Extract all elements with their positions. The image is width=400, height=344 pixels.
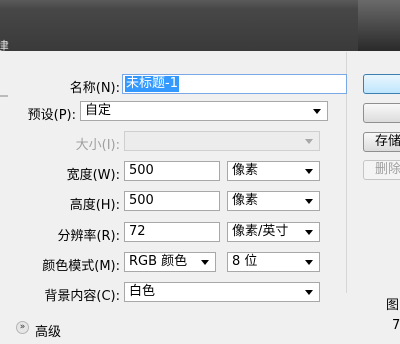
size-label: 大小(I):: [75, 138, 120, 153]
advanced-label[interactable]: 高级: [35, 321, 61, 340]
preset-select[interactable]: 自定: [80, 101, 328, 121]
height-unit-select[interactable]: 像素: [227, 191, 320, 211]
size-select[interactable]: [124, 131, 320, 151]
preset-label: 预设(P):: [27, 108, 76, 123]
resolution-label: 分辨率(R):: [57, 229, 120, 244]
ok-button[interactable]: [363, 74, 400, 94]
background-select[interactable]: 白色: [124, 282, 320, 302]
chevron-down-icon: [313, 109, 321, 114]
title-bar: 建: [0, 0, 400, 55]
name-input[interactable]: 未标题-1: [122, 74, 347, 94]
width-unit-value: 像素: [232, 163, 259, 178]
chevron-down-icon: [305, 260, 313, 265]
height-unit-value: 像素: [232, 193, 259, 208]
title-bar-right: [358, 0, 400, 51]
background-label: 背景内容(C):: [44, 289, 120, 304]
bit-depth-select[interactable]: 8 位: [227, 252, 320, 272]
height-input[interactable]: 500: [124, 191, 220, 211]
background-value: 白色: [129, 284, 156, 299]
chevron-down-icon: [201, 260, 209, 265]
image-size-value: 7: [392, 318, 400, 333]
chevron-down-icon: [305, 230, 313, 235]
preset-value: 自定: [85, 103, 112, 118]
resolution-unit-value: 像素/英寸: [232, 224, 289, 239]
chevron-down-icon: [305, 290, 313, 295]
chevron-down-icon: [305, 139, 313, 144]
resolution-input[interactable]: 72: [124, 222, 220, 242]
name-label: 名称(N):: [69, 81, 120, 96]
chevron-down-icon: [305, 169, 313, 174]
image-size-label: 图: [386, 298, 400, 313]
width-unit-select[interactable]: 像素: [227, 161, 320, 181]
cancel-button[interactable]: [363, 103, 400, 123]
height-label: 高度(H):: [69, 198, 120, 213]
name-value: 未标题-1: [125, 76, 179, 92]
expand-advanced-icon[interactable]: »: [16, 321, 29, 334]
delete-preset-button[interactable]: 删除: [363, 160, 400, 180]
chevron-down-icon: [305, 199, 313, 204]
color-mode-label: 颜色模式(M):: [42, 259, 120, 274]
left-edge-line: [0, 95, 8, 97]
width-input[interactable]: 500: [124, 161, 220, 181]
save-preset-button[interactable]: 存储: [363, 132, 400, 152]
resolution-unit-select[interactable]: 像素/英寸: [227, 222, 320, 242]
color-mode-value: RGB 颜色: [129, 254, 188, 269]
width-label: 宽度(W):: [66, 168, 120, 183]
color-mode-select[interactable]: RGB 颜色: [124, 252, 216, 272]
bit-depth-value: 8 位: [232, 254, 258, 269]
